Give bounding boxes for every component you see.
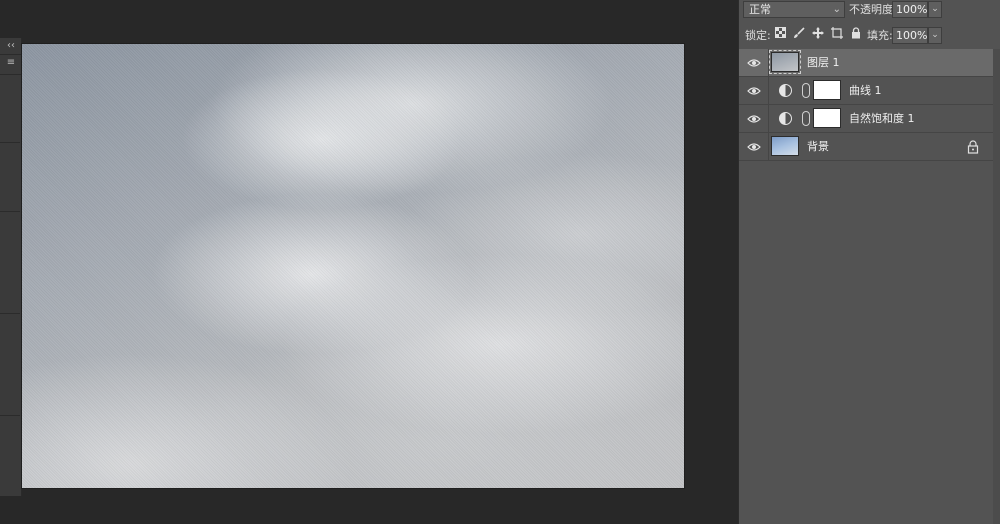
transparency-lock-icon xyxy=(774,27,786,38)
layer-row-background[interactable]: 背景 xyxy=(739,133,993,161)
padlock-icon[interactable] xyxy=(967,140,979,154)
lock-image-pixels-button[interactable] xyxy=(791,27,807,43)
layer-thumbnail[interactable] xyxy=(771,136,799,156)
mask-link-icon[interactable] xyxy=(802,83,810,98)
eye-icon[interactable] xyxy=(747,56,761,70)
blend-mode-select[interactable]: 正常 ⌄ xyxy=(743,1,845,18)
layer-mask-thumbnail[interactable] xyxy=(813,108,841,128)
row-divider xyxy=(768,49,769,77)
eye-icon[interactable] xyxy=(747,140,761,154)
brush-lock-icon xyxy=(794,27,805,38)
fill-dropdown-button[interactable]: ⌄ xyxy=(928,27,942,44)
eye-icon[interactable] xyxy=(747,84,761,98)
blend-mode-value: 正常 xyxy=(749,3,771,16)
layers-panel-scrollbar[interactable] xyxy=(993,49,1000,524)
canvas-grain-overlay xyxy=(22,44,684,488)
adjustment-layer-icon xyxy=(779,112,792,125)
lock-options-row: 锁定: 填充: 100% ⌄ xyxy=(739,24,1000,46)
lock-label: 锁定: xyxy=(745,29,771,42)
hamburger-menu-icon: ≡ xyxy=(6,57,16,68)
fill-input[interactable]: 100% xyxy=(892,27,928,44)
adjustment-layer-icon xyxy=(779,84,792,97)
lock-all-button[interactable] xyxy=(848,27,864,43)
layer-name[interactable]: 曲线 1 xyxy=(849,84,882,98)
layers-panel: 正常 ⌄ 不透明度: 100% ⌄ 锁定: 填充: 100% ⌄ 图层 1 曲线… xyxy=(738,0,1000,524)
layer-thumbnail[interactable] xyxy=(769,50,801,74)
move-lock-icon xyxy=(812,27,824,39)
eye-icon[interactable] xyxy=(747,112,761,126)
artboard-lock-icon xyxy=(831,27,843,39)
padlock-icon xyxy=(852,27,860,39)
layer-name[interactable]: 自然饱和度 1 xyxy=(849,112,915,126)
opacity-label: 不透明度: xyxy=(849,3,897,16)
opacity-dropdown-button[interactable]: ⌄ xyxy=(928,1,942,18)
layer-name[interactable]: 背景 xyxy=(807,140,829,154)
row-divider xyxy=(768,105,769,133)
strip-divider xyxy=(0,74,22,75)
image-canvas[interactable] xyxy=(22,44,684,488)
collapsed-panel-body xyxy=(0,142,20,502)
chevron-down-icon: ⌄ xyxy=(832,4,841,15)
lock-artboard-button[interactable] xyxy=(829,27,845,43)
layer-row-curves-1[interactable]: 曲线 1 xyxy=(739,77,993,105)
collapsed-panel-strip: ‹‹ ≡ xyxy=(0,38,22,496)
lock-transparency-button[interactable] xyxy=(772,27,788,43)
layer-row-layer-1[interactable]: 图层 1 xyxy=(739,49,993,77)
double-chevron-left-icon: ‹‹ xyxy=(7,40,15,51)
opacity-value: 100% xyxy=(896,3,928,16)
layer-name[interactable]: 图层 1 xyxy=(807,56,840,70)
strip-divider xyxy=(0,313,20,314)
layer-options-row: 正常 ⌄ 不透明度: 100% ⌄ xyxy=(739,0,1000,20)
fill-value: 100% xyxy=(896,29,928,42)
collapse-panels-button[interactable]: ‹‹ xyxy=(0,38,22,54)
strip-divider xyxy=(0,415,20,416)
panel-menu-button[interactable]: ≡ xyxy=(0,55,22,71)
strip-divider xyxy=(0,211,20,212)
fill-label: 填充: xyxy=(867,29,893,42)
row-divider xyxy=(768,77,769,105)
lock-position-button[interactable] xyxy=(810,27,826,43)
chevron-down-icon: ⌄ xyxy=(931,4,939,14)
document-workspace: ‹‹ ≡ xyxy=(0,0,738,524)
opacity-input[interactable]: 100% xyxy=(892,1,928,18)
mask-link-icon[interactable] xyxy=(802,111,810,126)
row-divider xyxy=(768,133,769,161)
layer-row-vibrance-1[interactable]: 自然饱和度 1 xyxy=(739,105,993,133)
layer-mask-thumbnail[interactable] xyxy=(813,80,841,100)
chevron-down-icon: ⌄ xyxy=(931,30,939,40)
